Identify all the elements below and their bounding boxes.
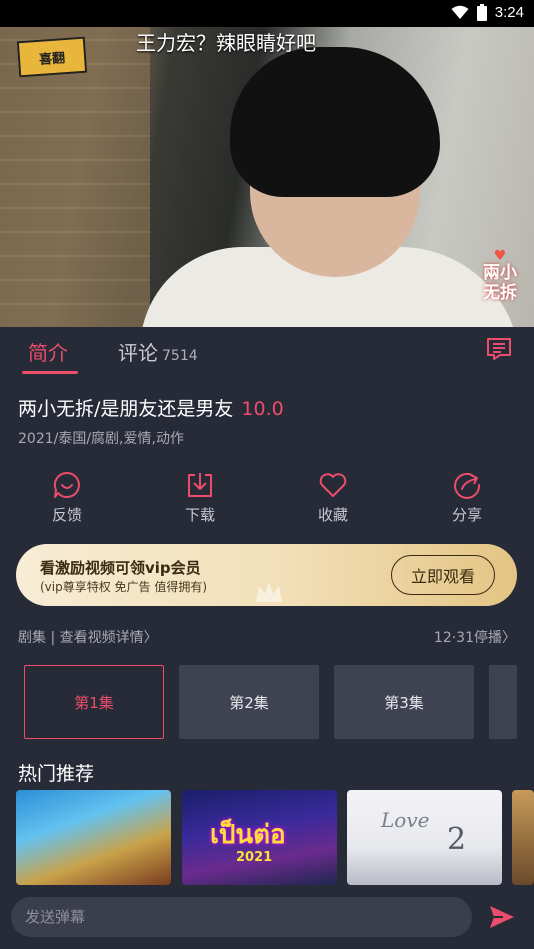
feedback-label: 反馈 xyxy=(51,506,82,524)
episode-item-1[interactable]: 第1集 xyxy=(24,665,164,739)
video-subtitle: 王力宏？辣眼睛好吧 xyxy=(136,31,316,55)
video-figure-hair xyxy=(230,47,440,197)
send-icon[interactable] xyxy=(488,904,516,930)
download-icon xyxy=(188,473,212,497)
share-button[interactable]: 分享 xyxy=(427,470,507,525)
tab-intro-label: 简介 xyxy=(28,341,68,365)
recommendation-poster-title: เป็นต่อ xyxy=(210,820,286,850)
episodes-header-link[interactable]: 剧集 | 查看视频详情〉 xyxy=(18,627,158,647)
channel-logo-text: 喜翻 xyxy=(38,50,66,68)
episode-item-3[interactable]: 第3集 xyxy=(334,665,474,739)
battery-icon xyxy=(476,4,487,21)
watermark-line2: 无拆 xyxy=(483,283,517,303)
danmaku-bar xyxy=(0,885,534,949)
feedback-icon xyxy=(53,471,80,498)
vip-title: 看激励视频可领vip会员 xyxy=(40,559,201,577)
feedback-button[interactable]: 反馈 xyxy=(27,470,107,525)
status-bar: 3:24 xyxy=(0,0,534,27)
channel-logo: 喜翻 xyxy=(16,36,88,78)
vip-reward-banner[interactable]: 看激励视频可领vip会员 (vip尊享特权 免广告 值得拥有) 立即观看 xyxy=(16,544,517,606)
tab-comments-label: 评论 xyxy=(118,341,158,365)
update-status-link[interactable]: 12·31停播〉 xyxy=(434,627,516,647)
crown-icon xyxy=(256,582,282,602)
status-time: 3:24 xyxy=(494,4,524,21)
share-label: 分享 xyxy=(451,506,482,524)
watch-now-label: 立即观看 xyxy=(410,567,475,586)
recommendation-card-4[interactable] xyxy=(512,790,534,885)
recommendation-card-2[interactable]: เป็นต่อ 2021 xyxy=(182,790,337,885)
show-title: 两小无拆/是朋友还是男友 xyxy=(18,398,234,420)
episode-item-2[interactable]: 第2集 xyxy=(179,665,319,739)
recommendation-poster-number: 2 xyxy=(447,822,467,857)
watermark-heart-icon: ♥ xyxy=(493,248,507,264)
show-meta: 2021/泰国/腐剧,爱情,动作 xyxy=(18,431,184,447)
video-player[interactable]: 喜翻 王力宏？辣眼睛好吧 ♥ 兩小 无拆 xyxy=(0,27,534,327)
download-button[interactable]: 下载 xyxy=(160,470,240,525)
vip-subtitle: (vip尊享特权 免广告 值得拥有) xyxy=(40,580,208,594)
favorite-button[interactable]: 收藏 xyxy=(293,470,373,525)
episode-item-4[interactable] xyxy=(489,665,517,739)
share-icon xyxy=(454,472,481,499)
episode-label: 第1集 xyxy=(74,693,114,712)
show-watermark: ♥ 兩小 无拆 xyxy=(474,249,526,315)
episode-label: 第3集 xyxy=(384,693,424,712)
recommendation-poster-title: Love xyxy=(381,808,430,832)
danmaku-input[interactable] xyxy=(11,897,472,937)
recommendation-card-3[interactable]: Love 2 xyxy=(347,790,502,885)
status-icons: 3:24 xyxy=(451,4,524,21)
episode-label: 第2集 xyxy=(229,693,269,712)
download-label: 下载 xyxy=(184,506,215,524)
watermark-line1: 兩小 xyxy=(483,263,517,283)
favorite-label: 收藏 xyxy=(317,506,348,524)
comments-count: 7514 xyxy=(162,348,198,364)
episode-list: 第1集 第2集 第3集 xyxy=(24,665,534,739)
action-bar: 反馈 下载 收藏 分享 xyxy=(0,470,534,530)
detail-tabs: 简介 评论 7514 xyxy=(0,327,534,377)
show-title-row: 两小无拆/是朋友还是男友 10.0 xyxy=(18,394,284,421)
heart-icon xyxy=(319,473,347,497)
wifi-icon xyxy=(451,5,469,19)
recommendation-poster-year: 2021 xyxy=(236,850,273,865)
tab-comments[interactable]: 评论 7514 xyxy=(118,337,198,366)
tab-intro[interactable]: 简介 xyxy=(28,337,68,366)
watch-now-button[interactable]: 立即观看 xyxy=(391,555,495,595)
recommendations-title: 热门推荐 xyxy=(18,763,95,785)
recommendation-card-1[interactable] xyxy=(16,790,171,885)
show-score: 10.0 xyxy=(241,398,284,420)
danmaku-list-icon[interactable] xyxy=(486,337,512,361)
recommendations-list: เป็นต่อ 2021 Love 2 xyxy=(16,790,534,885)
tab-active-indicator xyxy=(22,371,78,374)
